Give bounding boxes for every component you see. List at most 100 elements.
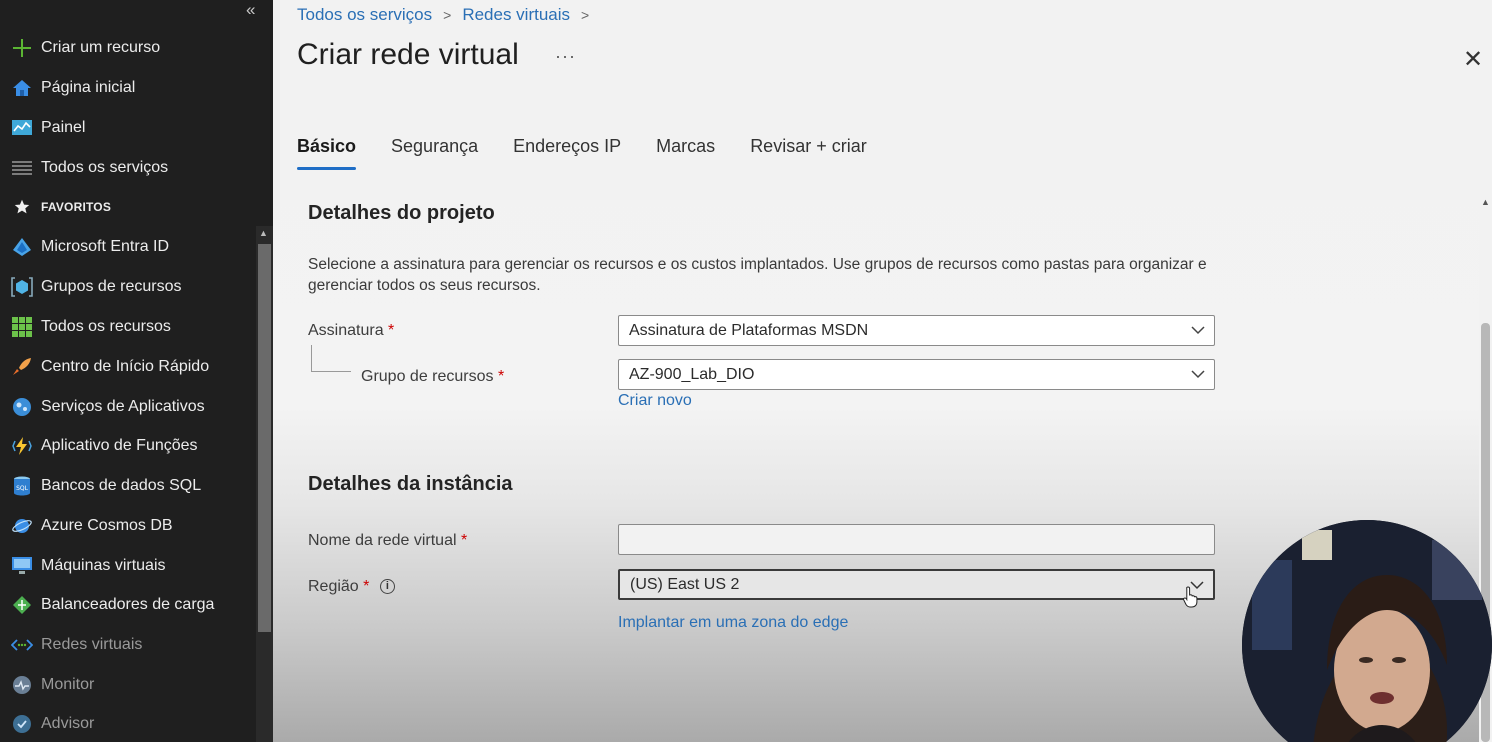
vm-icon (11, 555, 33, 577)
resource-group-dropdown[interactable]: AZ-900_Lab_DIO (618, 359, 1215, 390)
subscription-label: Assinatura * (308, 322, 394, 340)
favorites-header: FAVORITOS (0, 189, 256, 225)
required-mark: * (497, 368, 505, 385)
sidebar-item-label: Máquinas virtuais (41, 557, 166, 574)
region-label: Região * i (308, 578, 395, 596)
app-service-icon (11, 396, 33, 418)
favorites-label: FAVORITOS (41, 200, 112, 214)
sidebar-item-quickstart-center[interactable]: Centro de Início Rápido (0, 349, 256, 385)
page-title: Criar rede virtual (297, 38, 519, 71)
sidebar-item-all-services[interactable]: Todos os serviços (0, 150, 256, 186)
sidebar-item-all-resources[interactable]: Todos os recursos (0, 309, 256, 345)
tree-connector (311, 345, 351, 372)
subscription-dropdown[interactable]: Assinatura de Plataformas MSDN (618, 315, 1215, 346)
sidebar-item-label: Centro de Início Rápido (41, 358, 210, 375)
list-icon (11, 157, 33, 179)
resource-group-label: Grupo de recursos * (361, 368, 504, 386)
rocket-icon (11, 356, 33, 378)
project-details-heading: Detalhes do projeto (308, 202, 495, 224)
subscription-label-text: Assinatura (308, 322, 384, 339)
monitor-icon (11, 674, 33, 696)
resource-group-label-text: Grupo de recursos (361, 368, 494, 385)
sidebar-item-virtual-networks[interactable]: Redes virtuais (0, 627, 256, 663)
plus-icon (11, 37, 33, 59)
sidebar-item-label: Página inicial (41, 79, 136, 96)
load-balancer-icon (11, 594, 33, 616)
breadcrumb-all-services[interactable]: Todos os serviços (297, 5, 432, 25)
sidebar-item-label: Grupos de recursos (41, 278, 182, 295)
sidebar-item-label: Redes virtuais (41, 636, 143, 653)
cosmos-icon (11, 515, 33, 537)
scroll-up-arrow-icon[interactable]: ▲ (1481, 197, 1490, 207)
required-mark: * (460, 532, 468, 549)
sidebar-item-home[interactable]: Página inicial (0, 70, 256, 106)
sidebar-item-function-app[interactable]: Aplicativo de Funções (0, 428, 256, 464)
sidebar-item-label: Monitor (41, 676, 95, 693)
sidebar-item-label: Painel (41, 119, 86, 136)
project-details-description: Selecione a assinatura para gerenciar os… (308, 256, 1207, 294)
breadcrumb-virtual-networks[interactable]: Redes virtuais (462, 5, 570, 25)
vnet-name-label: Nome da rede virtual * (308, 532, 467, 550)
sidebar-item-label: Criar um recurso (41, 39, 161, 56)
subscription-value: Assinatura de Plataformas MSDN (629, 321, 869, 339)
sidebar-item-dashboard[interactable]: Painel (0, 110, 256, 146)
sidebar-item-cosmos-db[interactable]: Azure Cosmos DB (0, 508, 256, 544)
required-mark: * (363, 578, 370, 595)
tab-tags[interactable]: Marcas (656, 136, 715, 167)
sidebar-item-label: Todos os recursos (41, 318, 171, 335)
sidebar-item-label: Bancos de dados SQL (41, 477, 202, 494)
sidebar-item-virtual-machines[interactable]: Máquinas virtuais (0, 548, 256, 584)
sidebar-item-label: Aplicativo de Funções (41, 437, 198, 454)
chevron-down-icon (1191, 326, 1205, 335)
sidebar-item-resource-groups[interactable]: Grupos de recursos (0, 269, 256, 305)
breadcrumb: Todos os serviços > Redes virtuais > (297, 5, 600, 25)
close-icon[interactable]: ✕ (1463, 45, 1483, 74)
hand-cursor-icon (1183, 586, 1198, 608)
scroll-up-arrow-icon[interactable]: ▲ (259, 228, 268, 238)
sidebar-item-entra-id[interactable]: Microsoft Entra ID (0, 229, 256, 265)
sidebar-item-label: Serviços de Aplicativos (41, 398, 205, 415)
breadcrumb-separator: > (581, 7, 590, 23)
sidebar-item-label: Advisor (41, 715, 95, 732)
tab-basic[interactable]: Básico (297, 136, 357, 170)
resource-group-value: AZ-900_Lab_DIO (629, 365, 755, 383)
grid-icon (11, 316, 33, 338)
dashboard-icon (11, 117, 33, 139)
sidebar-item-sql-databases[interactable]: SQL Bancos de dados SQL (0, 468, 256, 504)
collapse-sidebar-icon[interactable]: « (246, 0, 255, 20)
tab-ip-addresses[interactable]: Endereços IP (513, 136, 621, 167)
star-icon (11, 196, 33, 218)
required-mark: * (388, 322, 395, 339)
instance-details-heading: Detalhes da instância (308, 473, 513, 495)
vnet-name-input[interactable] (618, 524, 1215, 555)
sidebar-scrollbar-thumb[interactable] (258, 244, 271, 632)
region-value: (US) East US 2 (630, 575, 740, 593)
sidebar-item-load-balancers[interactable]: Balanceadores de carga (0, 587, 256, 623)
more-options-icon[interactable]: ··· (555, 46, 576, 67)
sidebar-item-label: Microsoft Entra ID (41, 238, 170, 255)
sidebar-item-monitor[interactable]: Monitor (0, 667, 256, 703)
sidebar-item-label: Todos os serviços (41, 159, 169, 176)
entra-icon (11, 236, 33, 258)
info-icon[interactable]: i (379, 579, 395, 595)
region-dropdown[interactable]: (US) East US 2 (618, 569, 1215, 600)
sidebar-item-label: Balanceadores de carga (41, 596, 215, 613)
region-label-text: Região (308, 578, 359, 595)
chevron-down-icon (1191, 370, 1205, 379)
sql-icon: SQL (11, 475, 33, 497)
tab-security[interactable]: Segurança (391, 136, 478, 167)
sidebar-item-app-services[interactable]: Serviços de Aplicativos (0, 389, 256, 425)
left-navigation-sidebar: « Criar um recurso Página inicial Painel… (0, 0, 273, 742)
svg-text:SQL: SQL (16, 485, 29, 492)
tab-bar: Básico Segurança Endereços IP Marcas Rev… (297, 136, 902, 170)
sidebar-item-create-resource[interactable]: Criar um recurso (0, 30, 256, 66)
tab-review-create[interactable]: Revisar + criar (750, 136, 867, 167)
create-new-resource-group-link[interactable]: Criar novo (618, 392, 692, 410)
function-icon (11, 435, 33, 457)
sidebar-item-advisor[interactable]: Advisor (0, 706, 256, 742)
resource-group-icon (11, 276, 33, 298)
vnet-name-label-text: Nome da rede virtual (308, 532, 457, 549)
deploy-edge-zone-link[interactable]: Implantar em uma zona do edge (618, 614, 848, 632)
advisor-icon (11, 713, 33, 735)
vnet-icon (11, 634, 33, 656)
